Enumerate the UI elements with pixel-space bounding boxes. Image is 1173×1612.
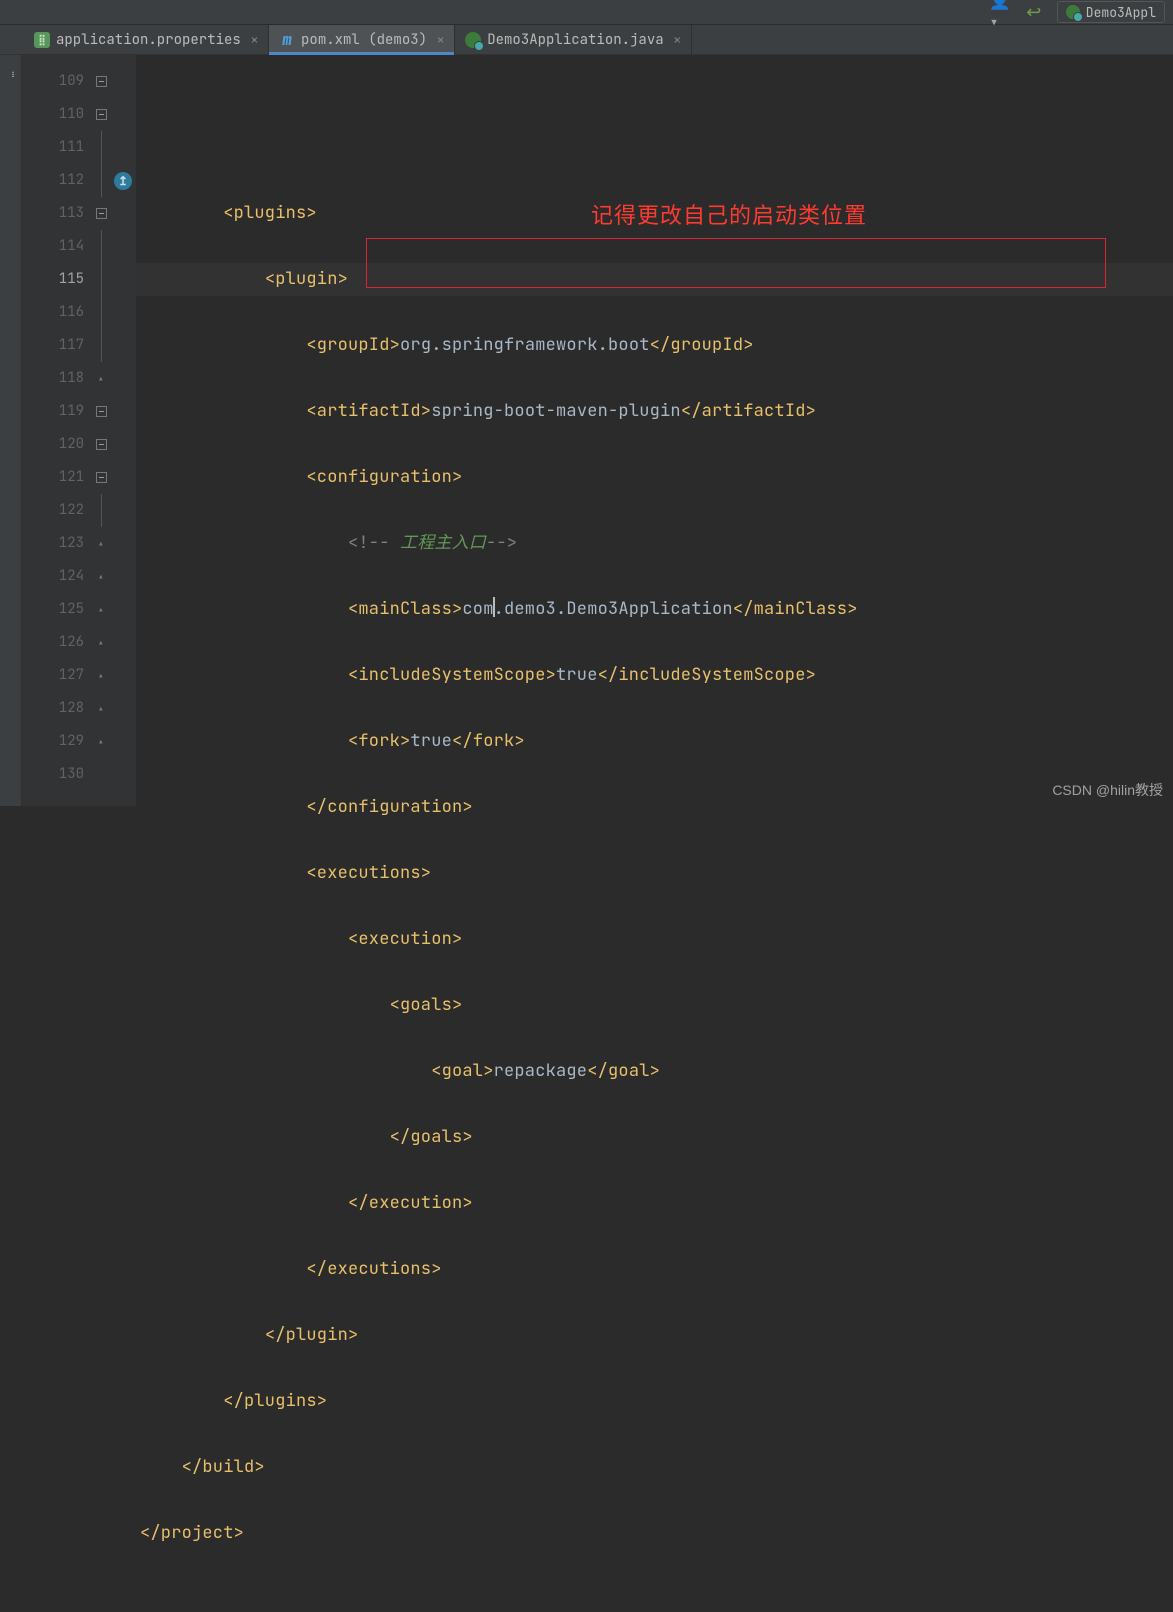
line-number[interactable]: 129 xyxy=(22,725,84,758)
fold-end-icon[interactable] xyxy=(92,593,110,626)
fold-gutter[interactable] xyxy=(92,55,110,806)
fold-toggle-icon[interactable] xyxy=(96,76,107,87)
fold-toggle-icon[interactable] xyxy=(96,109,107,120)
close-icon[interactable]: ✕ xyxy=(674,32,681,48)
line-number[interactable]: 121 xyxy=(22,461,84,494)
line-number[interactable]: 114 xyxy=(22,230,84,263)
xml-tag: </plugins> xyxy=(223,1390,327,1412)
fold-end-icon[interactable] xyxy=(92,527,110,560)
line-number[interactable]: 115 xyxy=(22,263,84,296)
line-number[interactable]: 109 xyxy=(22,65,84,98)
tab-label: application.properties xyxy=(56,31,241,49)
close-icon[interactable]: ✕ xyxy=(251,32,258,48)
callout-box xyxy=(366,238,1106,288)
editor-area: 1091101111121131141151161171181191201211… xyxy=(22,55,1173,806)
xml-tag: <configuration> xyxy=(306,466,462,488)
xml-tag: </build> xyxy=(182,1456,265,1478)
line-number[interactable]: 116 xyxy=(22,296,84,329)
run-gutter-icon[interactable] xyxy=(114,172,132,190)
xml-tag: <executions> xyxy=(306,862,431,884)
main-toolbar: 👤▾ ↩ Demo3Appl xyxy=(0,0,1173,25)
line-number[interactable]: 127 xyxy=(22,659,84,692)
spring-boot-icon xyxy=(1066,5,1080,19)
icon-gutter xyxy=(110,55,136,806)
line-number[interactable]: 120 xyxy=(22,428,84,461)
line-number[interactable]: 125 xyxy=(22,593,84,626)
left-tool-strip[interactable]: … xyxy=(0,55,22,806)
line-number[interactable]: 113 xyxy=(22,197,84,230)
xml-tag: <goals> xyxy=(390,994,463,1016)
line-number[interactable]: 124 xyxy=(22,560,84,593)
run-config-selector[interactable]: Demo3Appl xyxy=(1057,1,1165,23)
line-number[interactable]: 123 xyxy=(22,527,84,560)
fold-toggle-icon[interactable] xyxy=(96,406,107,417)
line-number[interactable]: 122 xyxy=(22,494,84,527)
fold-toggle-icon[interactable] xyxy=(96,439,107,450)
tab-label: pom.xml (demo3) xyxy=(301,31,427,49)
tab-pom-xml[interactable]: m pom.xml (demo3) ✕ xyxy=(269,25,455,54)
xml-tag: <plugins> xyxy=(223,202,317,224)
fold-end-icon[interactable] xyxy=(92,362,110,395)
xml-tag: </project> xyxy=(140,1522,244,1544)
xml-tag: </goals> xyxy=(390,1126,473,1148)
code-editor[interactable]: 记得更改自己的启动类位置 <plugins> <plugin> <groupId… xyxy=(136,55,1173,806)
fold-end-icon[interactable] xyxy=(92,725,110,758)
fold-end-icon[interactable] xyxy=(92,560,110,593)
close-icon[interactable]: ✕ xyxy=(437,32,444,48)
fold-end-icon[interactable] xyxy=(92,626,110,659)
xml-tag: </execution> xyxy=(348,1192,473,1214)
line-number[interactable]: 126 xyxy=(22,626,84,659)
line-number[interactable]: 128 xyxy=(22,692,84,725)
tab-application-properties[interactable]: ⣿ application.properties ✕ xyxy=(24,25,269,54)
sync-icon[interactable]: ↩ xyxy=(1023,1,1045,23)
properties-file-icon: ⣿ xyxy=(34,32,50,48)
run-config-label: Demo3Appl xyxy=(1086,4,1156,21)
tool-window-stub[interactable]: … xyxy=(4,71,18,78)
line-number[interactable]: 112 xyxy=(22,164,84,197)
spring-java-file-icon xyxy=(465,32,481,48)
fold-toggle-icon[interactable] xyxy=(96,472,107,483)
maven-file-icon: m xyxy=(279,32,295,48)
fold-end-icon[interactable] xyxy=(92,692,110,725)
line-number-gutter[interactable]: 1091101111121131141151161171181191201211… xyxy=(22,55,92,806)
tab-demo3application[interactable]: Demo3Application.java ✕ xyxy=(455,25,692,54)
fold-end-icon[interactable] xyxy=(92,659,110,692)
xml-tag: </plugin> xyxy=(265,1324,359,1346)
xml-tag: <execution> xyxy=(348,928,462,950)
user-icon[interactable]: 👤▾ xyxy=(989,1,1011,23)
callout-annotation: 记得更改自己的启动类位置 xyxy=(591,199,867,232)
line-number[interactable]: 118 xyxy=(22,362,84,395)
line-number[interactable]: 117 xyxy=(22,329,84,362)
xml-tag: </configuration> xyxy=(306,796,472,818)
fold-toggle-icon[interactable] xyxy=(96,208,107,219)
line-number[interactable]: 130 xyxy=(22,758,84,791)
xml-tag: </executions> xyxy=(306,1258,441,1280)
xml-tag: <plugin> xyxy=(265,268,348,290)
tab-label: Demo3Application.java xyxy=(487,31,663,49)
line-number[interactable]: 111 xyxy=(22,131,84,164)
line-number[interactable]: 110 xyxy=(22,98,84,131)
line-number[interactable]: 119 xyxy=(22,395,84,428)
